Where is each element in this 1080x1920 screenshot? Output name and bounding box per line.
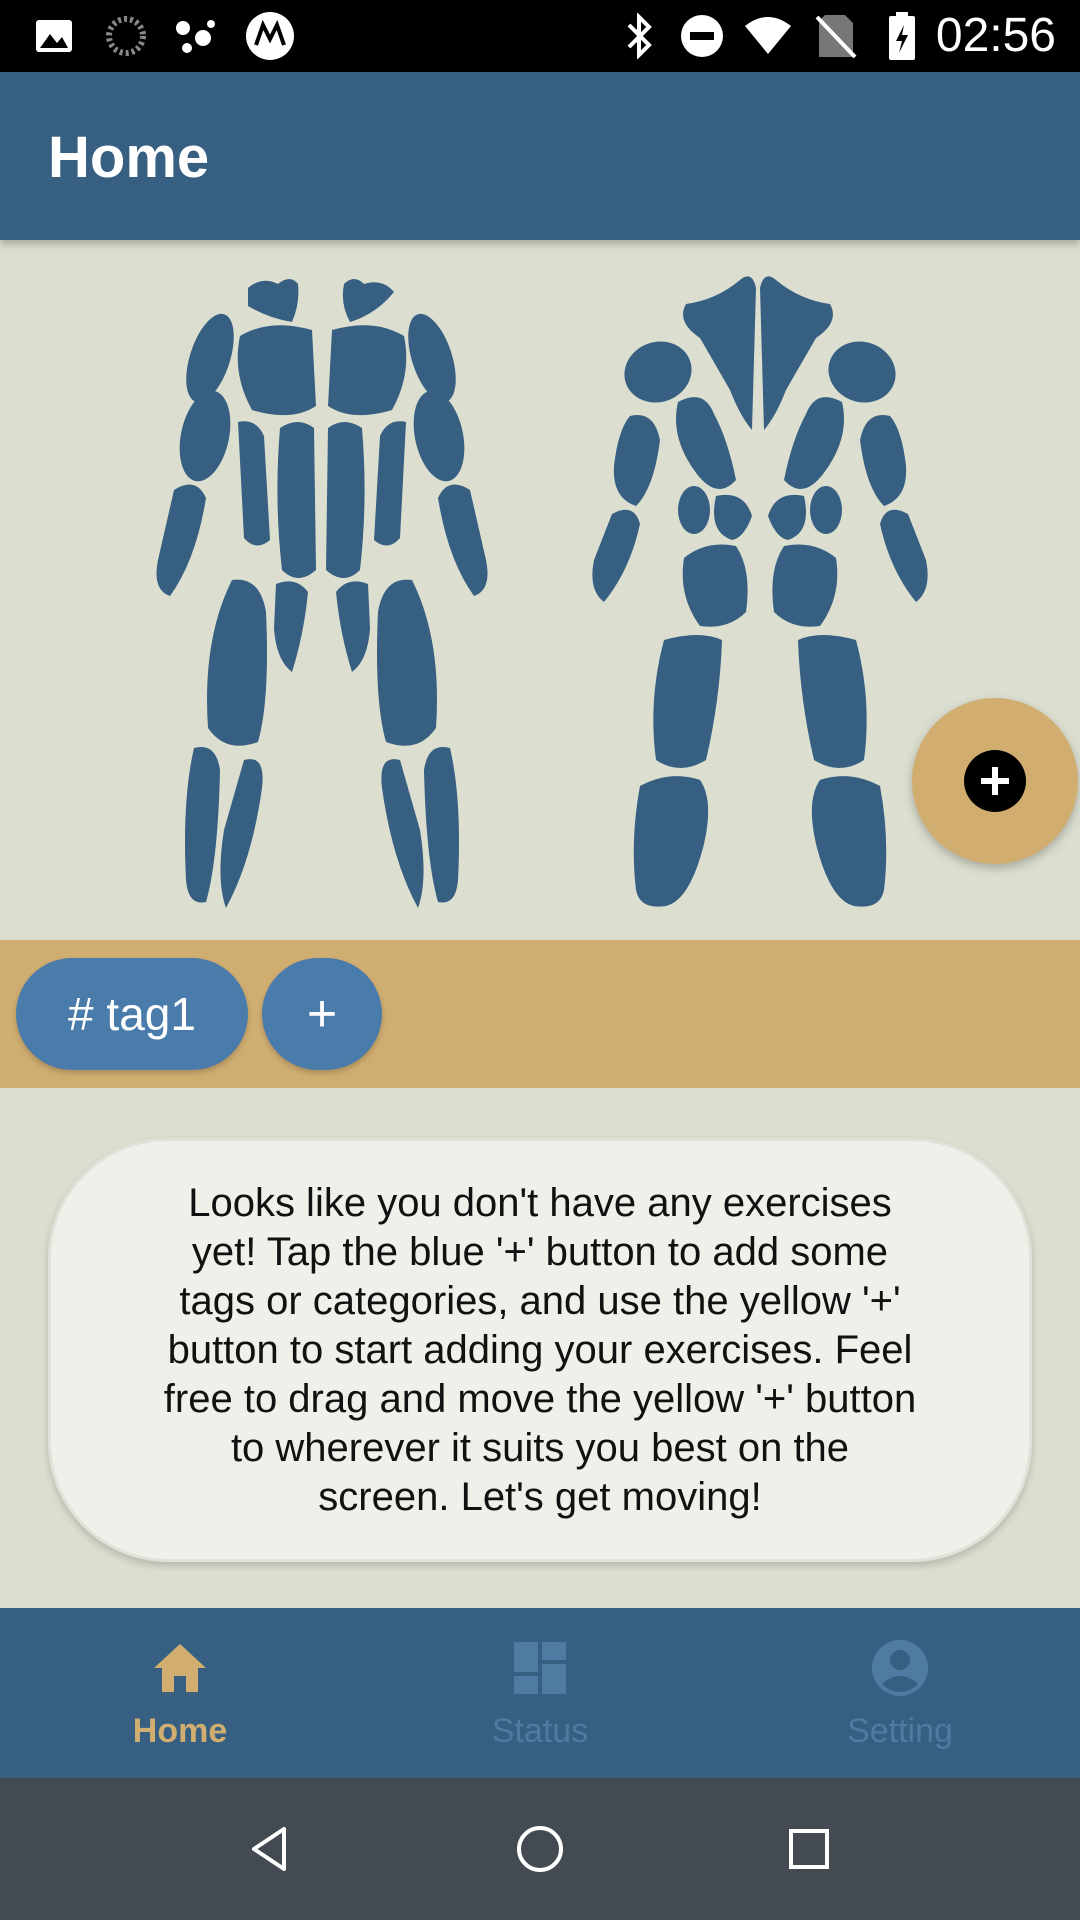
bottom-navigation: Home Status Setting: [0, 1608, 1080, 1778]
clock: 02:56: [935, 9, 1056, 62]
app-bar: Home: [0, 72, 1080, 240]
nav-item-status[interactable]: Status: [360, 1608, 720, 1778]
system-navigation-bar: [0, 1778, 1080, 1920]
empty-state-card: Looks like you don't have any exercises …: [48, 1138, 1032, 1562]
nav-label-setting: Setting: [847, 1712, 953, 1750]
nav-label-home: Home: [132, 1712, 228, 1750]
back-icon[interactable]: [236, 1815, 304, 1883]
add-tag-button[interactable]: +: [262, 958, 382, 1070]
do-not-disturb-icon: [676, 10, 728, 62]
wifi-icon: [742, 10, 794, 62]
back-body-figure[interactable]: [592, 276, 928, 907]
assistant-icon: [170, 10, 222, 62]
battery-charging-icon: [876, 10, 928, 62]
gallery-icon: [28, 10, 80, 62]
tag-chip[interactable]: # tag1: [16, 958, 248, 1070]
status-bar: 02:56: [0, 0, 1080, 72]
loading-icon: [100, 10, 152, 62]
nav-label-status: Status: [491, 1712, 589, 1750]
home-icon: [150, 1638, 210, 1698]
add-exercise-fab[interactable]: [912, 698, 1078, 864]
dashboard-icon: [510, 1638, 570, 1698]
page-title: Home: [48, 125, 210, 190]
nav-item-home[interactable]: Home: [0, 1608, 360, 1778]
no-sim-icon: [810, 10, 862, 62]
muscle-map: [0, 240, 1080, 940]
account-icon: [870, 1638, 930, 1698]
bluetooth-icon: [614, 10, 666, 62]
muscle-map-figures: [156, 276, 928, 908]
nav-item-setting[interactable]: Setting: [720, 1608, 1080, 1778]
motorola-icon: [244, 10, 296, 62]
front-body-figure[interactable]: [156, 279, 488, 908]
plus-icon: [964, 750, 1026, 812]
recents-icon[interactable]: [775, 1815, 843, 1883]
home-circle-icon[interactable]: [506, 1815, 574, 1883]
empty-state-message: Looks like you don't have any exercises …: [163, 1180, 917, 1519]
tag-strip: # tag1 +: [0, 940, 1080, 1088]
